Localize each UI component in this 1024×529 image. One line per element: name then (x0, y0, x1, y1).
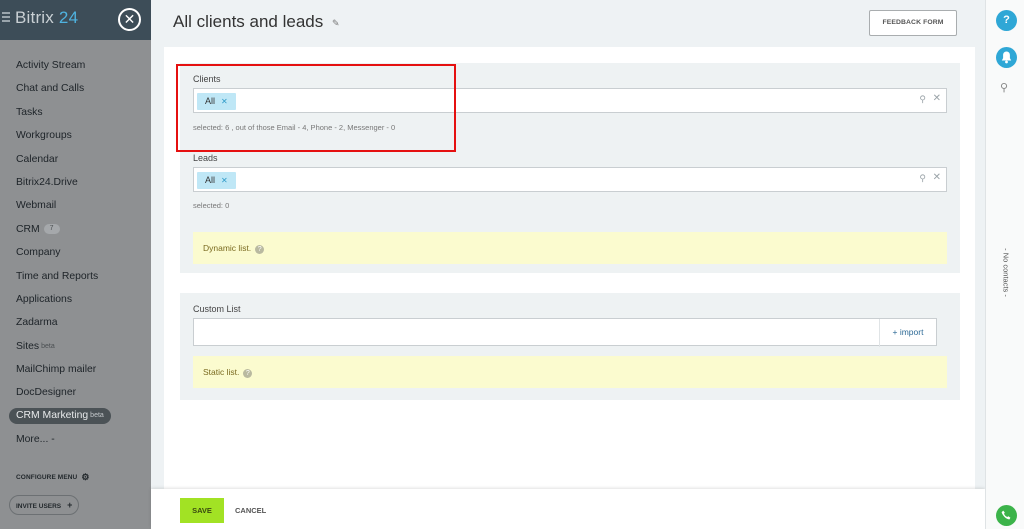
sidebar-item-label: Applications (16, 293, 73, 305)
logo-number: 24 (58, 8, 79, 27)
contacts-status: - No contacts - (992, 240, 1020, 310)
save-button[interactable]: SAVE (180, 498, 224, 523)
sidebar-item-time-and-reports[interactable]: Time and Reports (0, 265, 151, 288)
beta-badge: beta (41, 342, 55, 350)
leads-tag-label: All (205, 175, 216, 185)
feedback-form-button[interactable]: FEEDBACK FORM (869, 10, 957, 36)
sidebar-item-crm-marketing[interactable]: CRM Marketing beta (9, 407, 111, 424)
plus-icon: + (67, 500, 73, 510)
help-icon[interactable]: ? (243, 369, 253, 378)
page-title: All clients and leads (173, 12, 324, 31)
count-badge: 7 (43, 223, 60, 234)
sidebar-item-tasks[interactable]: Tasks (0, 101, 151, 124)
sidebar-item-workgroups[interactable]: Workgroups (0, 124, 151, 147)
invite-users-button[interactable]: INVITE USERS + (9, 495, 79, 515)
sidebar-item-label: Company (16, 247, 61, 259)
remove-tag-icon[interactable]: ✕ (221, 176, 228, 185)
close-icon[interactable]: ✕ (118, 8, 141, 31)
main-content: All clients and leads ✎ FEEDBACK FORM Cl… (151, 0, 985, 529)
sidebar-item-label: Calendar (16, 153, 59, 165)
sidebar-item-label: Webmail (16, 200, 57, 212)
sidebar-item-label: Activity Stream (16, 60, 86, 71)
logo[interactable]: Bitrix 24 (15, 8, 78, 28)
sidebar-item-label: CRM Marketing (16, 409, 89, 421)
sidebar-item-label: Bitrix24.Drive (16, 176, 78, 188)
right-bar: ? ⚲ - No contacts - (985, 0, 1024, 529)
search-icon[interactable]: ⚲ (919, 94, 926, 105)
sidebar-item-sites[interactable]: Sites beta (0, 335, 151, 358)
clear-icon[interactable]: ✕ (933, 93, 941, 104)
dynamic-list-text: Dynamic list. (203, 243, 252, 253)
help-icon[interactable]: ? (996, 10, 1017, 31)
sidebar-item-applications[interactable]: Applications (0, 288, 151, 311)
sidebar-item-label: Zadarma (16, 317, 58, 329)
dynamic-list-notice: Dynamic list.? (193, 232, 947, 264)
sidebar-item-label: Chat and Calls (16, 83, 85, 95)
invite-users-label: INVITE USERS (16, 503, 62, 510)
sidebar-item-webmail[interactable]: Webmail (0, 194, 151, 217)
custom-list-label: Custom List (193, 304, 241, 314)
sidebar-item-more[interactable]: More... - (0, 428, 151, 451)
sidebar-item-mailchimp-mailer[interactable]: MailChimp mailer (0, 358, 151, 381)
custom-list-input[interactable]: + import (193, 318, 937, 347)
sidebar-item-label: MailChimp mailer (16, 364, 97, 376)
sidebar-item-calendar[interactable]: Calendar (0, 148, 151, 171)
sidebar-header: Bitrix 24 ✕ (0, 0, 151, 40)
search-icon[interactable]: ⚲ (919, 173, 926, 184)
sidebar-item-label: CRM (16, 223, 40, 235)
sidebar-menu: Activity Stream Chat and Calls Tasks Workgr… (0, 54, 151, 451)
phone-icon[interactable] (996, 505, 1017, 526)
no-contacts-label: - No contacts - (1001, 248, 1011, 297)
sidebar-item-zadarma[interactable]: Zadarma (0, 311, 151, 334)
sidebar-item-chat-and-calls[interactable]: Chat and Calls (0, 77, 151, 100)
configure-menu-button[interactable]: CONFIGURE MENU ⚙ (16, 472, 90, 483)
import-button[interactable]: + import (879, 319, 936, 347)
custom-list-section: Custom List + import Static list.? (180, 293, 960, 400)
sidebar-item-label: More... - (16, 433, 55, 445)
leads-selected-note: selected: 0 (193, 201, 230, 210)
sidebar-item-label: Time and Reports (16, 270, 99, 282)
static-list-notice: Static list.? (193, 356, 947, 388)
sidebar-item-crm[interactable]: CRM 7 (0, 218, 151, 241)
edit-title-icon[interactable]: ✎ (332, 18, 340, 29)
clear-icon[interactable]: ✕ (933, 172, 941, 183)
left-sidebar: Bitrix 24 ✕ Activity Stream Chat and Call… (0, 0, 151, 529)
footer-bar: SAVE CANCEL (151, 489, 985, 529)
configure-menu-label: CONFIGURE MENU (16, 474, 78, 481)
static-list-text: Static list. (203, 367, 240, 377)
highlight-box (176, 64, 456, 152)
sidebar-item-docdesigner[interactable]: DocDesigner (0, 381, 151, 404)
gear-icon: ⚙ (81, 472, 90, 482)
help-icon[interactable]: ? (255, 245, 265, 254)
leads-label: Leads (193, 153, 218, 163)
sidebar-item-label: Sites (16, 340, 40, 352)
sidebar-item-bitrix24-drive[interactable]: Bitrix24.Drive (0, 171, 151, 194)
sidebar-item-label: Workgroups (16, 130, 72, 142)
leads-tag-all[interactable]: All ✕ (197, 172, 236, 189)
sidebar-item-label: Tasks (16, 106, 43, 118)
bell-icon[interactable] (996, 47, 1017, 68)
search-icon[interactable]: ⚲ (1000, 81, 1008, 94)
sidebar-item-label: DocDesigner (16, 387, 77, 399)
logo-text: Bitrix (15, 8, 54, 27)
beta-badge: beta (90, 411, 104, 419)
sidebar-item-activity-stream[interactable]: Activity Stream (0, 54, 151, 77)
leads-selector[interactable]: All ✕ ⚲ ✕ (193, 167, 947, 192)
menu-icon[interactable] (2, 12, 10, 22)
sidebar-item-company[interactable]: Company (0, 241, 151, 264)
cancel-button[interactable]: CANCEL (235, 498, 266, 523)
